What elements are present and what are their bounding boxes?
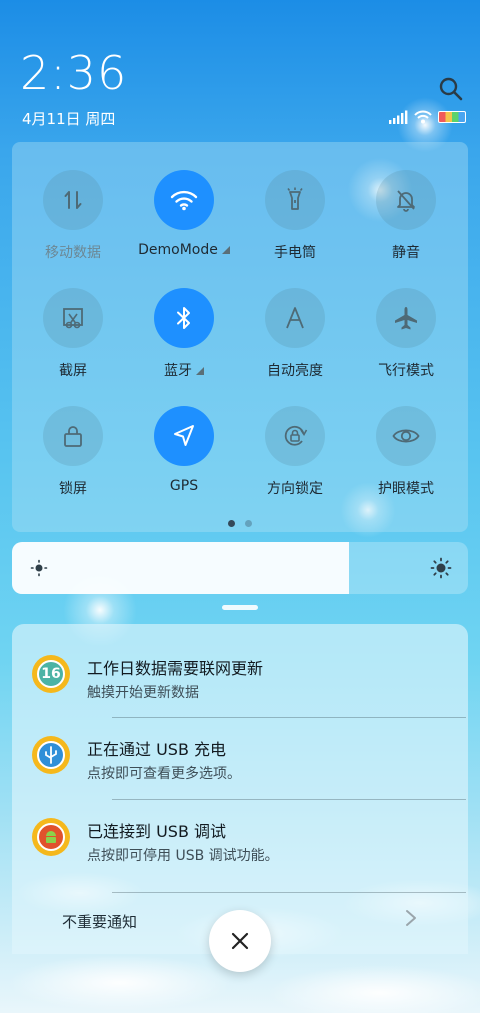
drag-handle[interactable] — [222, 605, 258, 610]
screenshot-icon — [43, 288, 103, 348]
chevron-right-icon[interactable] — [404, 908, 418, 928]
notification-item[interactable]: 正在通过 USB 充电 点按即可查看更多选项。 — [12, 721, 468, 803]
tile-auto-brightness[interactable]: 自动亮度 — [239, 288, 351, 380]
tile-label: 移动数据 — [45, 245, 101, 261]
date: 4月11日 周四 — [22, 110, 116, 128]
calendar-16-icon: 16 — [32, 655, 70, 693]
android-icon — [32, 818, 70, 856]
divider — [112, 892, 466, 893]
notification-body: 点按即可查看更多选项。 — [87, 766, 241, 782]
battery-icon — [438, 111, 466, 123]
search-icon[interactable] — [438, 76, 464, 102]
page-dot — [245, 520, 252, 527]
tile-label: DemoMode — [128, 242, 240, 258]
tile-label: 蓝牙 — [128, 360, 240, 380]
unimportant-notifications-label[interactable]: 不重要通知 — [62, 911, 137, 932]
notification-panel: 16 工作日数据需要联网更新 触摸开始更新数据 正在通过 USB 充电 点按即可… — [12, 624, 468, 954]
status-bar-icons — [388, 110, 466, 124]
tile-label: 护眼模式 — [378, 481, 434, 497]
clear-notifications-button[interactable] — [209, 910, 271, 972]
tile-label: 飞行模式 — [378, 363, 434, 379]
divider — [112, 799, 466, 800]
brightness-high-icon — [430, 557, 452, 579]
tile-bluetooth[interactable]: 蓝牙 — [128, 288, 240, 380]
notification-title: 正在通过 USB 充电 — [87, 740, 227, 759]
auto-brightness-icon — [265, 288, 325, 348]
tile-label: 静音 — [392, 245, 420, 261]
airplane-icon — [376, 288, 436, 348]
rotation-lock-icon — [265, 406, 325, 466]
notification-body: 点按即可停用 USB 调试功能。 — [87, 848, 279, 864]
tile-label: 自动亮度 — [267, 363, 323, 379]
notification-body: 触摸开始更新数据 — [87, 685, 199, 701]
tile-eye-comfort[interactable]: 护眼模式 — [350, 406, 462, 498]
bell-mute-icon — [376, 170, 436, 230]
expand-triangle-icon — [221, 246, 230, 254]
notification-title: 工作日数据需要联网更新 — [87, 659, 264, 678]
quick-settings-panel: 移动数据 DemoMode 手电筒 静音 截屏 蓝牙 自动亮度 飞行模式 锁屏 … — [12, 142, 468, 532]
wifi-status-icon — [414, 110, 432, 124]
signal-icon — [389, 110, 408, 124]
tile-label: 锁屏 — [59, 481, 87, 497]
brightness-slider[interactable] — [12, 542, 468, 594]
page-dot-active — [228, 520, 235, 527]
tile-label: 手电筒 — [274, 245, 316, 261]
usb-icon — [32, 736, 70, 774]
tile-label: 方向锁定 — [267, 481, 323, 497]
mobile-data-icon — [43, 170, 103, 230]
notification-title: 已连接到 USB 调试 — [87, 822, 227, 841]
tile-rotation-lock[interactable]: 方向锁定 — [239, 406, 351, 498]
notification-item[interactable]: 16 工作日数据需要联网更新 触摸开始更新数据 — [12, 640, 468, 722]
tile-label: GPS — [169, 478, 199, 494]
tile-mobile-data[interactable]: 移动数据 — [17, 170, 129, 262]
page-indicator — [12, 520, 468, 527]
bluetooth-icon — [154, 288, 214, 348]
tile-gps[interactable]: GPS — [128, 406, 240, 494]
tile-label: 截屏 — [59, 363, 87, 379]
divider — [112, 717, 466, 718]
tile-flashlight[interactable]: 手电筒 — [239, 170, 351, 262]
wifi-icon — [154, 170, 214, 230]
tile-airplane[interactable]: 飞行模式 — [350, 288, 462, 380]
tile-screenshot[interactable]: 截屏 — [17, 288, 129, 380]
flashlight-icon — [265, 170, 325, 230]
tile-lock-screen[interactable]: 锁屏 — [17, 406, 129, 498]
clock: 2:36 — [20, 46, 128, 100]
lock-icon — [43, 406, 103, 466]
expand-triangle-icon — [196, 367, 204, 375]
tile-mute[interactable]: 静音 — [350, 170, 462, 262]
brightness-slider-fill — [12, 542, 350, 594]
gps-icon — [154, 406, 214, 466]
notification-item[interactable]: 已连接到 USB 调试 点按即可停用 USB 调试功能。 — [12, 803, 468, 885]
tile-wifi[interactable]: DemoMode — [128, 170, 240, 258]
eye-icon — [376, 406, 436, 466]
brightness-low-icon — [30, 559, 48, 577]
close-icon — [231, 932, 249, 950]
